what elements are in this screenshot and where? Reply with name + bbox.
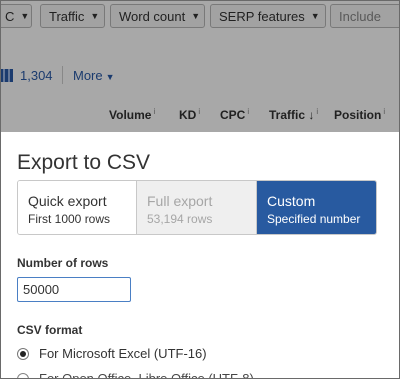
custom-export-option[interactable]: Custom Specified number xyxy=(257,181,376,234)
quick-export-option[interactable]: Quick export First 1000 rows xyxy=(18,181,137,234)
option-sublabel: 53,194 rows xyxy=(147,212,213,226)
number-of-rows-label: Number of rows xyxy=(17,256,109,270)
format-option-excel[interactable]: For Microsoft Excel (UTF-16) xyxy=(17,346,207,361)
modal-overlay[interactable] xyxy=(0,0,400,132)
export-csv-dialog: Export to CSV Quick export First 1000 ro… xyxy=(0,132,400,379)
option-label: Full export xyxy=(147,193,213,209)
full-export-option[interactable]: Full export 53,194 rows xyxy=(137,181,257,234)
radio-unchecked-icon[interactable] xyxy=(17,372,29,379)
option-sublabel: First 1000 rows xyxy=(28,212,111,226)
number-of-rows-input[interactable] xyxy=(17,277,131,302)
radio-checked-icon[interactable] xyxy=(17,347,29,360)
option-label: Custom xyxy=(267,193,316,209)
dialog-title: Export to CSV xyxy=(17,151,151,174)
format-option-label: For Microsoft Excel (UTF-16) xyxy=(39,346,207,361)
option-sublabel: Specified number xyxy=(267,212,361,226)
option-label: Quick export xyxy=(28,193,107,209)
csv-format-label: CSV format xyxy=(17,323,83,337)
format-option-openoffice[interactable]: For Open Office, Libre Office (UTF-8) xyxy=(17,371,254,379)
format-option-label: For Open Office, Libre Office (UTF-8) xyxy=(39,371,254,379)
export-type-selector: Quick export First 1000 rows Full export… xyxy=(17,180,377,235)
